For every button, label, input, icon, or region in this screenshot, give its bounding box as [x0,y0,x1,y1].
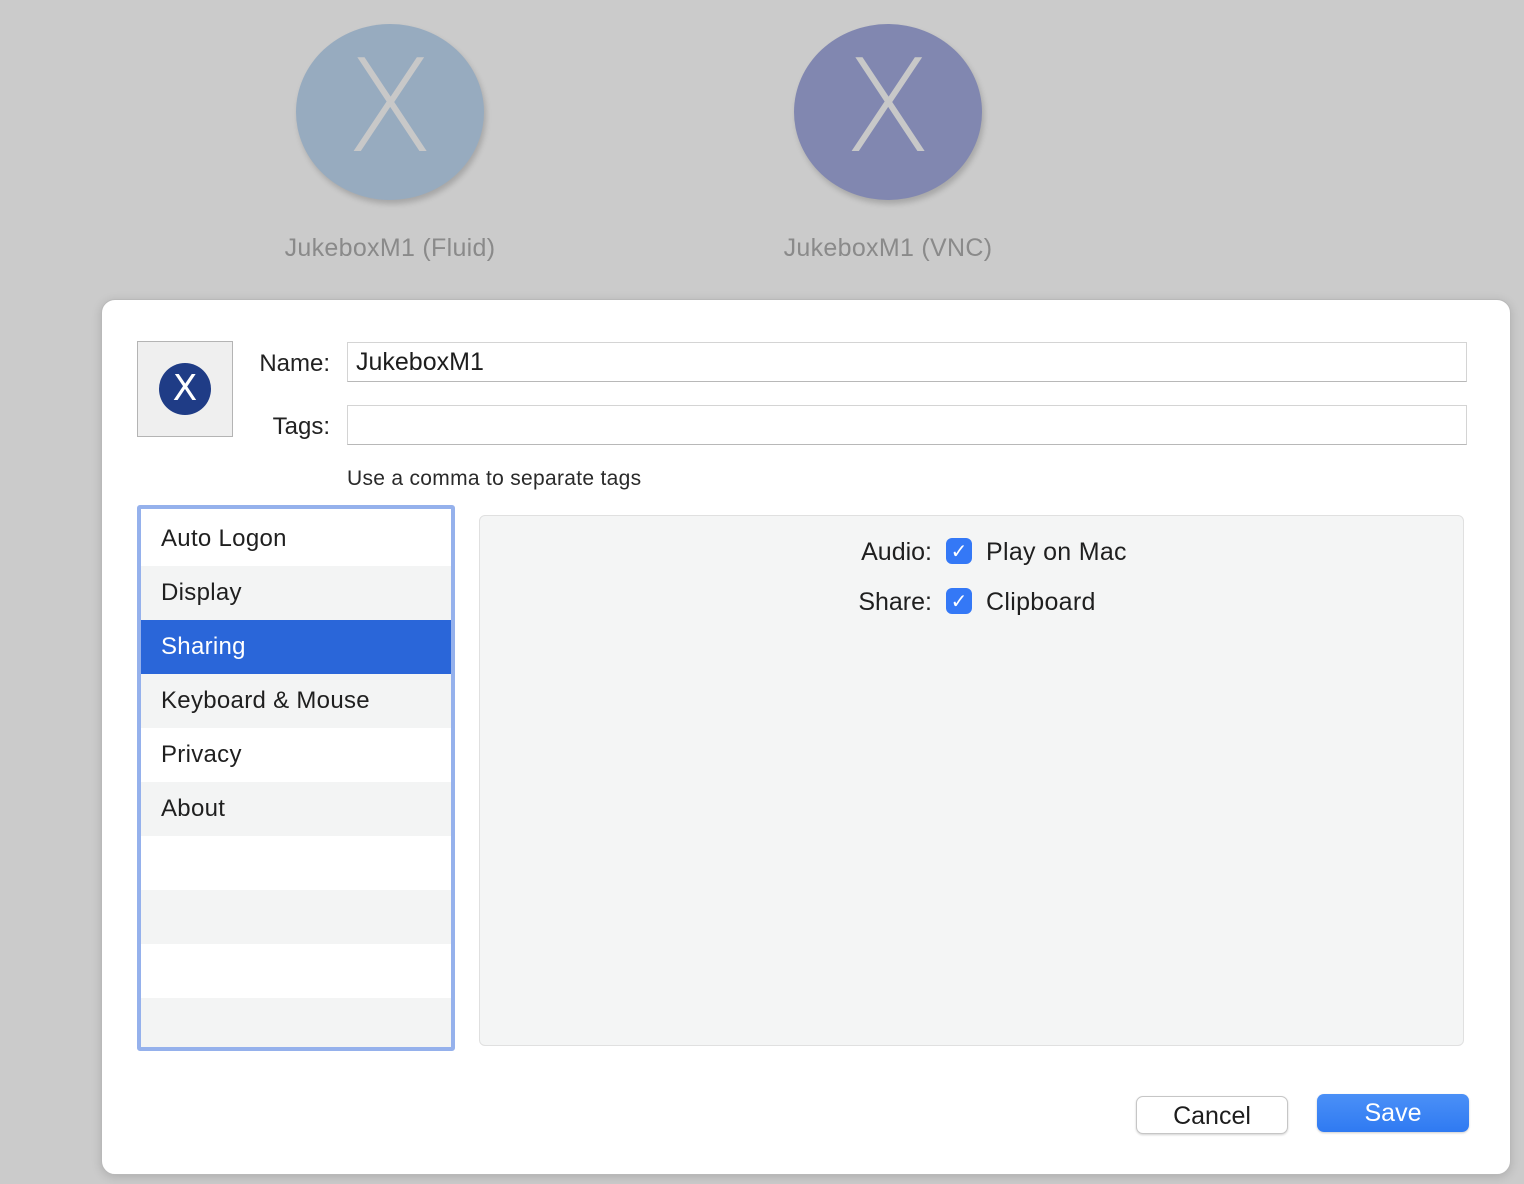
audio-option-row: Audio: ✓ Play on Mac [480,535,1465,569]
category-item-empty [141,998,451,1047]
share-option-row: Share: ✓ Clipboard [480,585,1465,619]
name-field[interactable] [347,342,1467,382]
category-item-empty [141,836,451,890]
category-item-privacy[interactable]: Privacy [141,728,451,782]
os-x-icon: X [159,363,211,415]
category-list[interactable]: Auto Logon Display Sharing Keyboard & Mouse… [137,505,455,1051]
audio-label: Audio: [861,538,932,566]
category-item-about[interactable]: About [141,782,451,836]
edit-connection-sheet: X Name: Tags: Use a comma to separate ta… [101,299,1511,1175]
connection-icon-well[interactable]: X [137,341,233,437]
category-item-keyboard-mouse[interactable]: Keyboard & Mouse [141,674,451,728]
cancel-button[interactable]: Cancel [1136,1096,1288,1134]
save-button[interactable]: Save [1317,1094,1469,1132]
category-item-sharing[interactable]: Sharing [141,620,451,674]
clipboard-checkbox[interactable]: ✓ [946,588,972,614]
category-item-empty [141,890,451,944]
tags-label: Tags: [272,413,330,440]
category-item-empty [141,944,451,998]
category-item-display[interactable]: Display [141,566,451,620]
category-list-body: Auto Logon Display Sharing Keyboard & Mouse… [141,512,451,1047]
os-x-icon: X [296,24,484,200]
connection-item-vnc[interactable]: X JukeboxM1 (VNC) [738,24,1038,263]
os-x-icon: X [794,24,982,200]
category-item-auto-logon[interactable]: Auto Logon [141,512,451,566]
connection-label: JukeboxM1 (Fluid) [284,234,496,262]
clipboard-label[interactable]: Clipboard [986,585,1096,619]
sharing-settings-pane: Audio: ✓ Play on Mac Share: ✓ Clipboard [479,515,1464,1046]
play-on-mac-label[interactable]: Play on Mac [986,535,1127,569]
connection-label: JukeboxM1 (VNC) [783,234,993,262]
share-label: Share: [858,588,932,616]
play-on-mac-checkbox[interactable]: ✓ [946,538,972,564]
connection-item-fluid[interactable]: X JukeboxM1 (Fluid) [240,24,540,263]
tags-hint: Use a comma to separate tags [347,467,642,490]
name-label: Name: [259,350,330,377]
tags-field[interactable] [347,405,1467,445]
